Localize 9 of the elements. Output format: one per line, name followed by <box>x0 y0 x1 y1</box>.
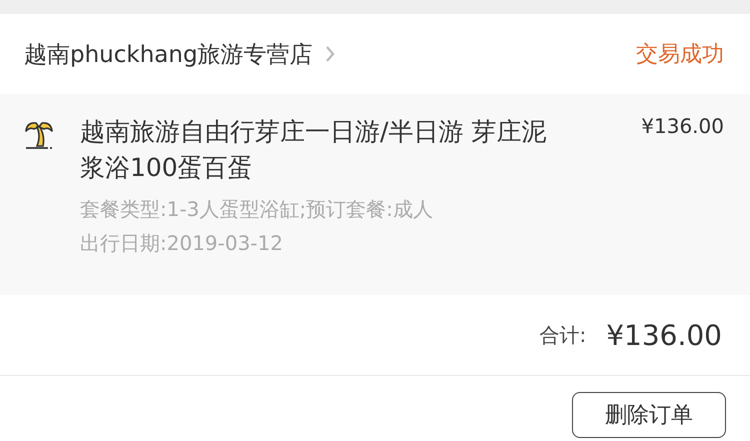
chevron-right-icon <box>324 45 335 63</box>
total-label: 合计: <box>539 322 586 348</box>
item-detail: 套餐类型:1-3人蛋型浴缸;预订套餐:成人 <box>80 196 434 223</box>
delete-order-button[interactable]: 删除订单 <box>572 392 726 438</box>
item-price: ¥136.00 <box>641 114 724 140</box>
item-title: 越南旅游自由行芽庄一日游/半日游 芽庄泥浆浴100蛋百蛋 <box>80 116 548 184</box>
item-detail: 出行日期:2019-03-12 <box>80 230 284 257</box>
order-status: 交易成功 <box>636 41 724 69</box>
total-amount: ¥136.00 <box>606 318 722 352</box>
